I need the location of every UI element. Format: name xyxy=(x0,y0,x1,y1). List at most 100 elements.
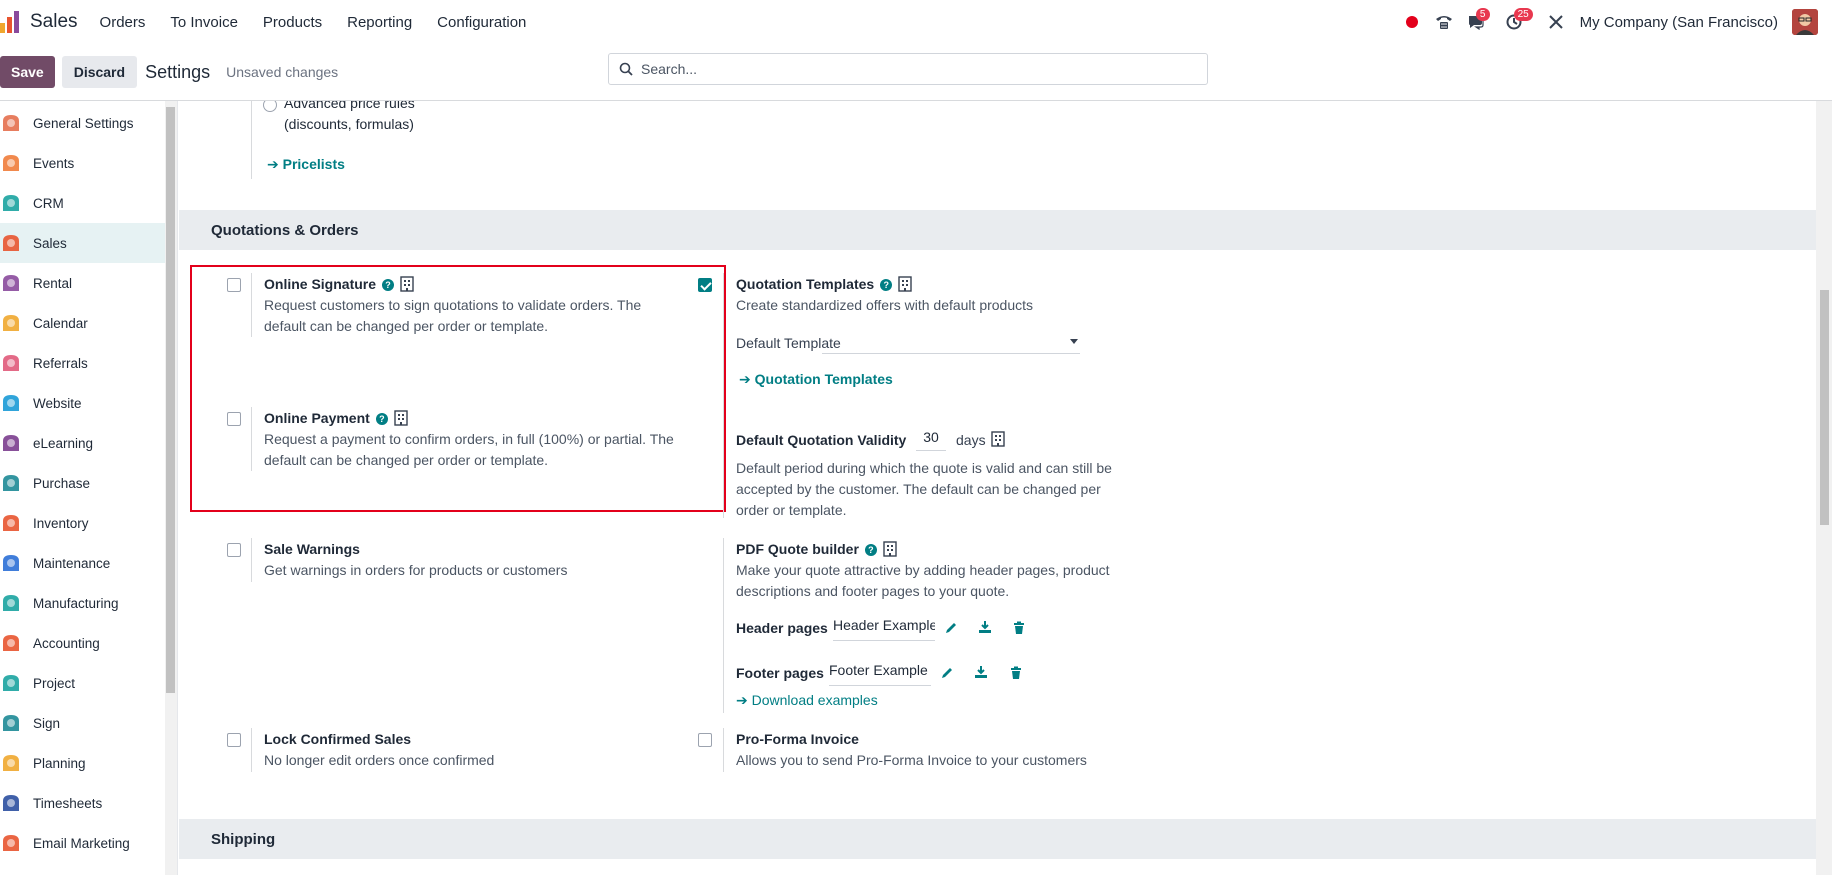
advanced-price-rules-radio[interactable] xyxy=(263,101,277,112)
sidebar-item-inventory[interactable]: Inventory xyxy=(0,503,165,543)
settings-sidebar: General Settings Events CRM Sales Rental Cale… xyxy=(0,101,178,875)
search-input[interactable] xyxy=(641,61,1181,77)
planning-icon xyxy=(0,752,22,774)
sidebar-item-manufacturing[interactable]: Manufacturing xyxy=(0,583,165,623)
help-icon[interactable]: ? xyxy=(864,544,877,556)
menu-to-invoice[interactable]: To Invoice xyxy=(170,14,238,31)
sidebar-item-timesheets[interactable]: Timesheets xyxy=(0,783,165,823)
online-payment-checkbox[interactable] xyxy=(227,412,241,426)
chevron-down-icon xyxy=(1070,339,1078,344)
header-pages-label: Header pages xyxy=(736,620,828,636)
sidebar-item-label: Website xyxy=(33,395,82,411)
referrals-icon xyxy=(0,352,22,374)
discard-button[interactable]: Discard xyxy=(61,56,138,88)
help-icon[interactable]: ? xyxy=(375,413,388,425)
top-navbar: Sales Orders To Invoice Products Reporti… xyxy=(0,0,1832,44)
menu-reporting[interactable]: Reporting xyxy=(347,14,412,31)
menu-orders[interactable]: Orders xyxy=(100,14,146,31)
main-scrollbar[interactable] xyxy=(1820,290,1829,525)
sidebar-item-general-settings[interactable]: General Settings xyxy=(0,103,165,143)
default-template-select[interactable] xyxy=(822,330,1080,354)
debug-tools-icon[interactable] xyxy=(1542,8,1570,36)
sidebar-item-events[interactable]: Events xyxy=(0,143,165,183)
lock-confirmed-sales-checkbox[interactable] xyxy=(227,733,241,747)
quotation-templates-link[interactable]: ➔ Quotation Templates xyxy=(739,371,893,388)
calendar-icon xyxy=(0,312,22,334)
sidebar-item-crm[interactable]: CRM xyxy=(0,183,165,223)
accounting-icon xyxy=(0,632,22,654)
control-panel: Save Discard Settings Unsaved changes xyxy=(0,44,1832,101)
sidebar-item-accounting[interactable]: Accounting xyxy=(0,623,165,663)
quotation-templates-link-label: Quotation Templates xyxy=(754,371,893,387)
sidebar-item-label: Rental xyxy=(33,275,73,291)
sidebar-item-label: Sales xyxy=(33,235,67,251)
messages-icon[interactable]: 5 xyxy=(1462,8,1490,36)
download-icon[interactable] xyxy=(978,620,992,634)
online-signature-checkbox[interactable] xyxy=(227,278,241,292)
project-icon xyxy=(0,672,22,694)
menu-configuration[interactable]: Configuration xyxy=(437,14,526,31)
pricelists-link[interactable]: ➔ Pricelists xyxy=(267,156,345,173)
footer-pages-label: Footer pages xyxy=(736,665,824,681)
phone-icon[interactable] xyxy=(1430,8,1458,36)
sidebar-item-elearning[interactable]: eLearning xyxy=(0,423,165,463)
sidebar-item-label: eLearning xyxy=(33,435,94,451)
sidebar-scrollbar[interactable] xyxy=(166,107,175,693)
sidebar-item-email-marketing[interactable]: Email Marketing xyxy=(0,823,165,863)
activities-badge: 25 xyxy=(1513,8,1533,21)
sidebar-item-calendar[interactable]: Calendar xyxy=(0,303,165,343)
header-pages-input[interactable]: Header Example xyxy=(833,617,935,641)
quotation-templates-label: Quotation Templates xyxy=(736,276,875,292)
sale-warnings-title: Sale Warnings xyxy=(264,541,360,557)
sale-warnings-checkbox[interactable] xyxy=(227,543,241,557)
user-avatar[interactable] xyxy=(1792,9,1818,35)
help-icon[interactable]: ? xyxy=(880,279,893,291)
sidebar-item-label: Timesheets xyxy=(33,795,103,811)
pencil-icon[interactable] xyxy=(940,666,954,680)
sidebar-item-label: Manufacturing xyxy=(33,595,119,611)
sidebar-item-label: Sign xyxy=(33,715,61,731)
trash-icon[interactable] xyxy=(1009,666,1023,680)
proforma-invoice-checkbox[interactable] xyxy=(698,733,712,747)
search-box[interactable] xyxy=(608,53,1208,85)
company-building-icon xyxy=(394,410,408,426)
online-signature-title: Online Signature? xyxy=(264,276,414,292)
company-building-icon xyxy=(898,276,912,292)
sidebar-item-website[interactable]: Website xyxy=(0,383,165,423)
activities-icon[interactable]: 25 xyxy=(1500,8,1533,36)
general-settings-icon xyxy=(0,112,22,134)
quotation-templates-checkbox[interactable] xyxy=(698,278,712,292)
sidebar-item-project[interactable]: Project xyxy=(0,663,165,703)
sidebar-item-purchase[interactable]: Purchase xyxy=(0,463,165,503)
sidebar-item-referrals[interactable]: Referrals xyxy=(0,343,165,383)
pricelist-option-line1: Advanced price rules xyxy=(284,101,415,111)
sales-app-icon[interactable] xyxy=(0,11,22,33)
app-brand[interactable]: Sales xyxy=(30,11,78,33)
company-switcher[interactable]: My Company (San Francisco) xyxy=(1580,14,1778,31)
sidebar-item-sales[interactable]: Sales xyxy=(0,223,165,263)
divider xyxy=(251,407,252,471)
save-button[interactable]: Save xyxy=(0,56,55,88)
download-icon[interactable] xyxy=(974,665,988,679)
download-examples-link[interactable]: ➔ Download examples xyxy=(736,692,878,709)
pencil-icon[interactable] xyxy=(944,621,958,635)
recording-indicator[interactable] xyxy=(1398,8,1426,36)
menu-products[interactable]: Products xyxy=(263,14,322,31)
divider xyxy=(723,273,724,518)
validity-unit: days xyxy=(956,432,986,448)
divider xyxy=(723,728,724,772)
arrow-right-icon: ➔ xyxy=(267,156,279,172)
manufacturing-icon xyxy=(0,592,22,614)
sidebar-item-sign[interactable]: Sign xyxy=(0,703,165,743)
download-examples-label: Download examples xyxy=(751,692,878,708)
page-title: Settings xyxy=(145,61,211,82)
sidebar-item-rental[interactable]: Rental xyxy=(0,263,165,303)
help-icon[interactable]: ? xyxy=(382,279,395,291)
sidebar-item-planning[interactable]: Planning xyxy=(0,743,165,783)
trash-icon[interactable] xyxy=(1012,621,1026,635)
sidebar-item-maintenance[interactable]: Maintenance xyxy=(0,543,165,583)
validity-days-input[interactable]: 30 xyxy=(916,429,946,451)
crm-icon xyxy=(0,192,22,214)
online-payment-title: Online Payment? xyxy=(264,410,408,426)
footer-pages-input[interactable]: Footer Example xyxy=(829,662,931,686)
